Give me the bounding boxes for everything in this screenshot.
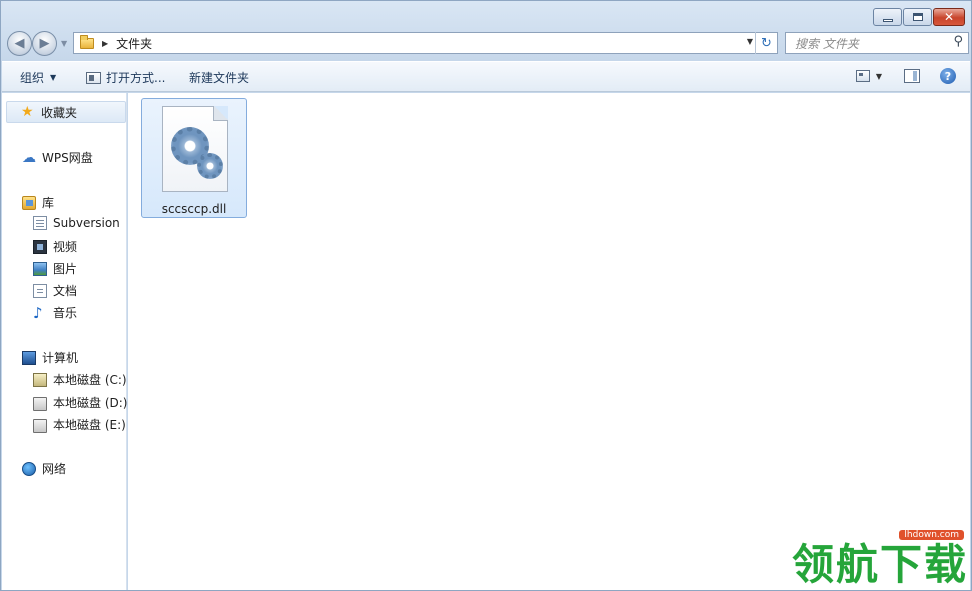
watermark-logo: 领航下载 (791, 540, 968, 589)
nav-wps-cloud[interactable]: ☁ WPS网盘 (22, 149, 93, 166)
close-icon: ✕ (943, 10, 955, 24)
folder-icon (80, 34, 94, 49)
open-with-label: 打开方式... (106, 71, 166, 85)
help-icon[interactable]: ? (940, 68, 956, 84)
minimize-icon (882, 18, 893, 22)
dll-gear-icon (162, 106, 228, 192)
forward-button[interactable]: ▶ (32, 31, 57, 56)
back-button[interactable]: ◀ (7, 31, 32, 56)
video-icon (33, 239, 47, 254)
nav-drive-e[interactable]: 本地磁盘 (E:) (33, 415, 126, 433)
nav-library-pictures[interactable]: 图片 (33, 260, 77, 277)
search-input[interactable]: 搜索 文件夹 (795, 35, 859, 52)
navigation-pane: ★ 收藏夹 ☁ WPS网盘 库 Subversion 视频 图片 文档 ♪ 音乐… (2, 93, 127, 590)
close-button[interactable]: ✕ (933, 8, 965, 26)
toolbar-right: ▼ ? (855, 68, 956, 84)
explorer-window: ✕ ◀ ▶ ▼ ▶ 文件夹 ▼ ↻ 搜索 文件夹 ⚲ 组织 ▼ 打开方式... … (0, 0, 972, 591)
nav-wps-cloud-label: WPS网盘 (42, 151, 93, 165)
nav-library-subversion[interactable]: Subversion (33, 216, 120, 230)
caption-buttons: ✕ (872, 8, 965, 26)
nav-library-label: 文档 (53, 284, 78, 298)
music-note-icon: ♪ (33, 303, 43, 322)
navigation-row: ◀ ▶ ▼ ▶ 文件夹 ▼ ↻ 搜索 文件夹 ⚲ (5, 31, 969, 57)
maximize-button[interactable] (903, 8, 932, 26)
organize-button[interactable]: 组织 ▼ (20, 69, 56, 86)
watermark: lhdown.com 领航下载 (788, 530, 968, 588)
refresh-icon: ↻ (761, 35, 772, 51)
watermark-url: lhdown.com (899, 530, 964, 540)
nav-computer[interactable]: 计算机 (22, 349, 78, 366)
nav-drive-d[interactable]: 本地磁盘 (D:) (33, 393, 127, 411)
preview-pane-icon[interactable] (904, 69, 920, 83)
nav-library-label: Subversion (53, 216, 120, 230)
nav-library-documents[interactable]: 文档 (33, 282, 77, 299)
arrow-left-icon: ◀ (14, 36, 25, 51)
change-view-icon[interactable] (855, 70, 870, 82)
hard-drive-icon (33, 397, 47, 411)
address-history-dropdown[interactable]: ▼ (747, 37, 753, 46)
nav-library-videos[interactable]: 视频 (33, 238, 77, 255)
document-library-icon (33, 216, 47, 230)
computer-icon (22, 351, 36, 365)
nav-favorites-label: 收藏夹 (41, 105, 78, 120)
file-item[interactable]: sccsccp.dll (141, 98, 247, 218)
open-with-button[interactable]: 打开方式... (86, 69, 165, 86)
nav-drive-label: 本地磁盘 (D:) (53, 395, 128, 410)
recent-pages-dropdown[interactable]: ▼ (61, 39, 67, 48)
search-box[interactable]: 搜索 文件夹 ⚲ (785, 32, 969, 54)
arrow-right-icon: ▶ (39, 36, 50, 51)
nav-libraries[interactable]: 库 (22, 194, 54, 211)
cloud-icon: ☁ (22, 149, 36, 166)
nav-drive-label: 本地磁盘 (E:) (53, 417, 126, 432)
file-list-pane[interactable]: sccsccp.dll lhdown.com 领航下载 (128, 93, 970, 590)
refresh-button[interactable]: ↻ (755, 32, 777, 54)
nav-network[interactable]: 网络 (22, 460, 66, 477)
nav-computer-label: 计算机 (42, 351, 79, 365)
view-options-dropdown[interactable]: ▼ (876, 72, 882, 81)
picture-icon (33, 261, 47, 276)
nav-library-music[interactable]: ♪ 音乐 (33, 304, 77, 321)
nav-drive-label: 本地磁盘 (C:) (53, 373, 127, 387)
nav-libraries-label: 库 (42, 196, 55, 210)
minimize-button[interactable] (873, 8, 902, 26)
open-with-icon (86, 71, 101, 84)
gear-icon (197, 153, 223, 179)
command-bar: 组织 ▼ 打开方式... 新建文件夹 ▼ ? (2, 61, 970, 92)
nav-library-label: 图片 (53, 262, 78, 276)
document-icon (33, 283, 47, 298)
library-icon (22, 195, 36, 210)
search-icon[interactable]: ⚲ (953, 34, 963, 49)
nav-network-label: 网络 (42, 462, 67, 476)
chevron-down-icon: ▼ (50, 73, 57, 82)
nav-favorites[interactable]: ★ 收藏夹 (6, 101, 126, 123)
system-drive-icon (33, 372, 47, 387)
address-bar[interactable]: ▶ 文件夹 ▼ ↻ (73, 32, 778, 54)
breadcrumb-separator-icon[interactable]: ▶ (102, 39, 108, 48)
maximize-icon (912, 13, 923, 21)
new-folder-label: 新建文件夹 (189, 71, 250, 85)
new-folder-button[interactable]: 新建文件夹 (189, 69, 249, 86)
organize-label: 组织 (20, 71, 45, 85)
file-name[interactable]: sccsccp.dll (142, 202, 246, 216)
nav-library-label: 视频 (53, 240, 78, 254)
nav-library-label: 音乐 (53, 306, 78, 320)
hard-drive-icon (33, 419, 47, 433)
breadcrumb-folder[interactable]: 文件夹 (116, 35, 152, 52)
star-icon: ★ (21, 104, 34, 120)
nav-drive-c[interactable]: 本地磁盘 (C:) (33, 371, 127, 388)
network-icon (22, 461, 36, 476)
